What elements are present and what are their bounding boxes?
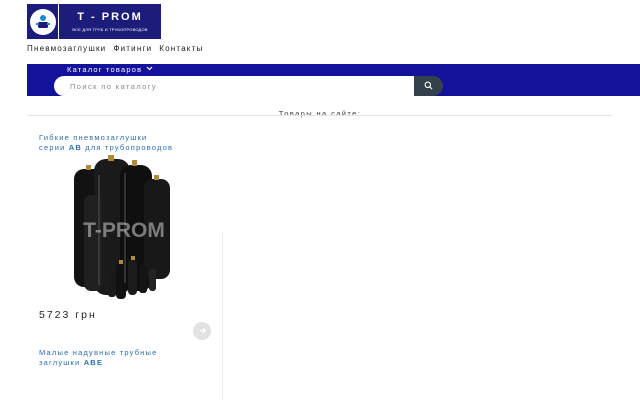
logo-badge xyxy=(27,4,59,39)
add-to-cart-button[interactable] xyxy=(193,322,211,340)
product-title-line1: Гибкие пневмозаглушки xyxy=(39,133,148,142)
site-logo[interactable]: T - PROM ВСЕ ДЛЯ ТРУБ И ТРУБОПРОВОДОВ xyxy=(27,4,161,39)
nav-item-contacts[interactable]: Контакты xyxy=(159,44,203,53)
section-divider xyxy=(27,115,612,116)
product-title-line2: серии АВ для трубопроводов xyxy=(39,143,174,152)
catalog-dropdown[interactable]: Каталог товаров xyxy=(67,65,153,74)
search-input[interactable] xyxy=(54,76,414,96)
search-icon xyxy=(424,77,433,95)
main-nav: Пневмозаглушки Фитинги Контакты xyxy=(27,44,203,53)
nav-item-fittings[interactable]: Фитинги xyxy=(113,44,152,53)
search-button[interactable] xyxy=(414,76,443,96)
catalog-label: Каталог товаров xyxy=(67,65,143,74)
logo-title: T - PROM xyxy=(77,11,143,23)
product-title-link[interactable]: Малые надувные трубные заглушки ABE xyxy=(39,348,158,368)
column-divider xyxy=(222,232,223,400)
plumber-icon xyxy=(29,8,56,35)
product-image[interactable]: T-PROM xyxy=(72,155,176,308)
catalog-bar: Каталог товаров xyxy=(27,64,640,96)
logo-subtitle: ВСЕ ДЛЯ ТРУБ И ТРУБОПРОВОДОВ xyxy=(72,27,148,32)
arrow-icon xyxy=(198,322,207,340)
product-title-link[interactable]: Гибкие пневмозаглушки серии АВ для трубо… xyxy=(39,133,173,153)
nav-item-pneumoplugs[interactable]: Пневмозаглушки xyxy=(27,44,106,53)
product-title-line1: Малые надувные трубные xyxy=(39,348,158,357)
product-title-line2: заглушки ABE xyxy=(39,358,104,367)
product-price: 5723 грн xyxy=(39,309,97,321)
section-title: Товары на сайте: xyxy=(278,109,362,118)
chevron-down-icon xyxy=(146,66,153,73)
image-watermark: T-PROM xyxy=(83,219,165,242)
